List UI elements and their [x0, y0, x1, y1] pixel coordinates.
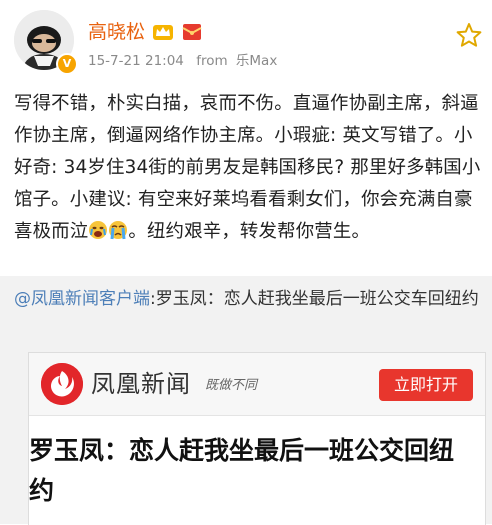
app-name: 凤凰新闻	[91, 370, 191, 398]
vip-badge-icon: V	[56, 53, 78, 75]
crown-badge-icon	[152, 22, 174, 42]
repost-message: :罗玉凤：恋人赶我坐最后一班公交车回纽约	[150, 289, 479, 309]
source-device[interactable]: 乐Max	[236, 53, 277, 69]
source-prefix: from	[196, 53, 228, 69]
post-timestamp: 15-7-21 21:04	[88, 53, 184, 69]
link-card[interactable]: 凤凰新闻 既做不同 立即打开 罗玉凤：恋人赶我坐最后一班公交回纽约	[28, 352, 486, 525]
open-app-button[interactable]: 立即打开	[379, 369, 473, 401]
post-body: 写得不错，朴实白描，哀而不伤。直逼作协副主席，斜逼作协主席，倒逼网络作协主席。小…	[14, 88, 482, 248]
post-header: V 高晓松 15-7-21 21:04 from 乐Max	[0, 0, 492, 86]
article-headline[interactable]: 罗玉凤：恋人赶我坐最后一班公交回纽约	[29, 431, 469, 511]
post-body-tail: 。纽约艰辛，转发帮你营生。	[128, 221, 371, 242]
ifeng-logo-icon	[41, 363, 83, 405]
reposted-content[interactable]: @凤凰新闻客户端:罗玉凤：恋人赶我坐最后一班公交车回纽约 凤凰新闻 既做不同 立…	[0, 276, 492, 525]
post-body-main: 写得不错，朴实白描，哀而不伤。直逼作协副主席，斜逼作协主席，倒逼网络作协主席。小…	[14, 93, 481, 242]
author-name[interactable]: 高晓松	[88, 20, 145, 44]
app-banner: 凤凰新闻 既做不同 立即打开	[29, 353, 485, 416]
weibo-post: V 高晓松 15-7-21 21:04 from 乐Max 写得不错，朴实白描，…	[0, 0, 492, 525]
author-badges	[152, 22, 203, 44]
post-meta: 15-7-21 21:04 from 乐Max	[88, 52, 277, 70]
repost-text: @凤凰新闻客户端:罗玉凤：恋人赶我坐最后一班公交车回纽约	[14, 284, 482, 314]
tears-emoji-icon	[108, 219, 128, 240]
app-slogan: 既做不同	[205, 378, 258, 393]
repost-user-link[interactable]: @凤凰新闻客户端	[14, 289, 150, 309]
star-icon[interactable]	[456, 22, 482, 48]
red-envelope-badge-icon	[181, 22, 203, 42]
crying-emoji-icon	[88, 219, 108, 239]
